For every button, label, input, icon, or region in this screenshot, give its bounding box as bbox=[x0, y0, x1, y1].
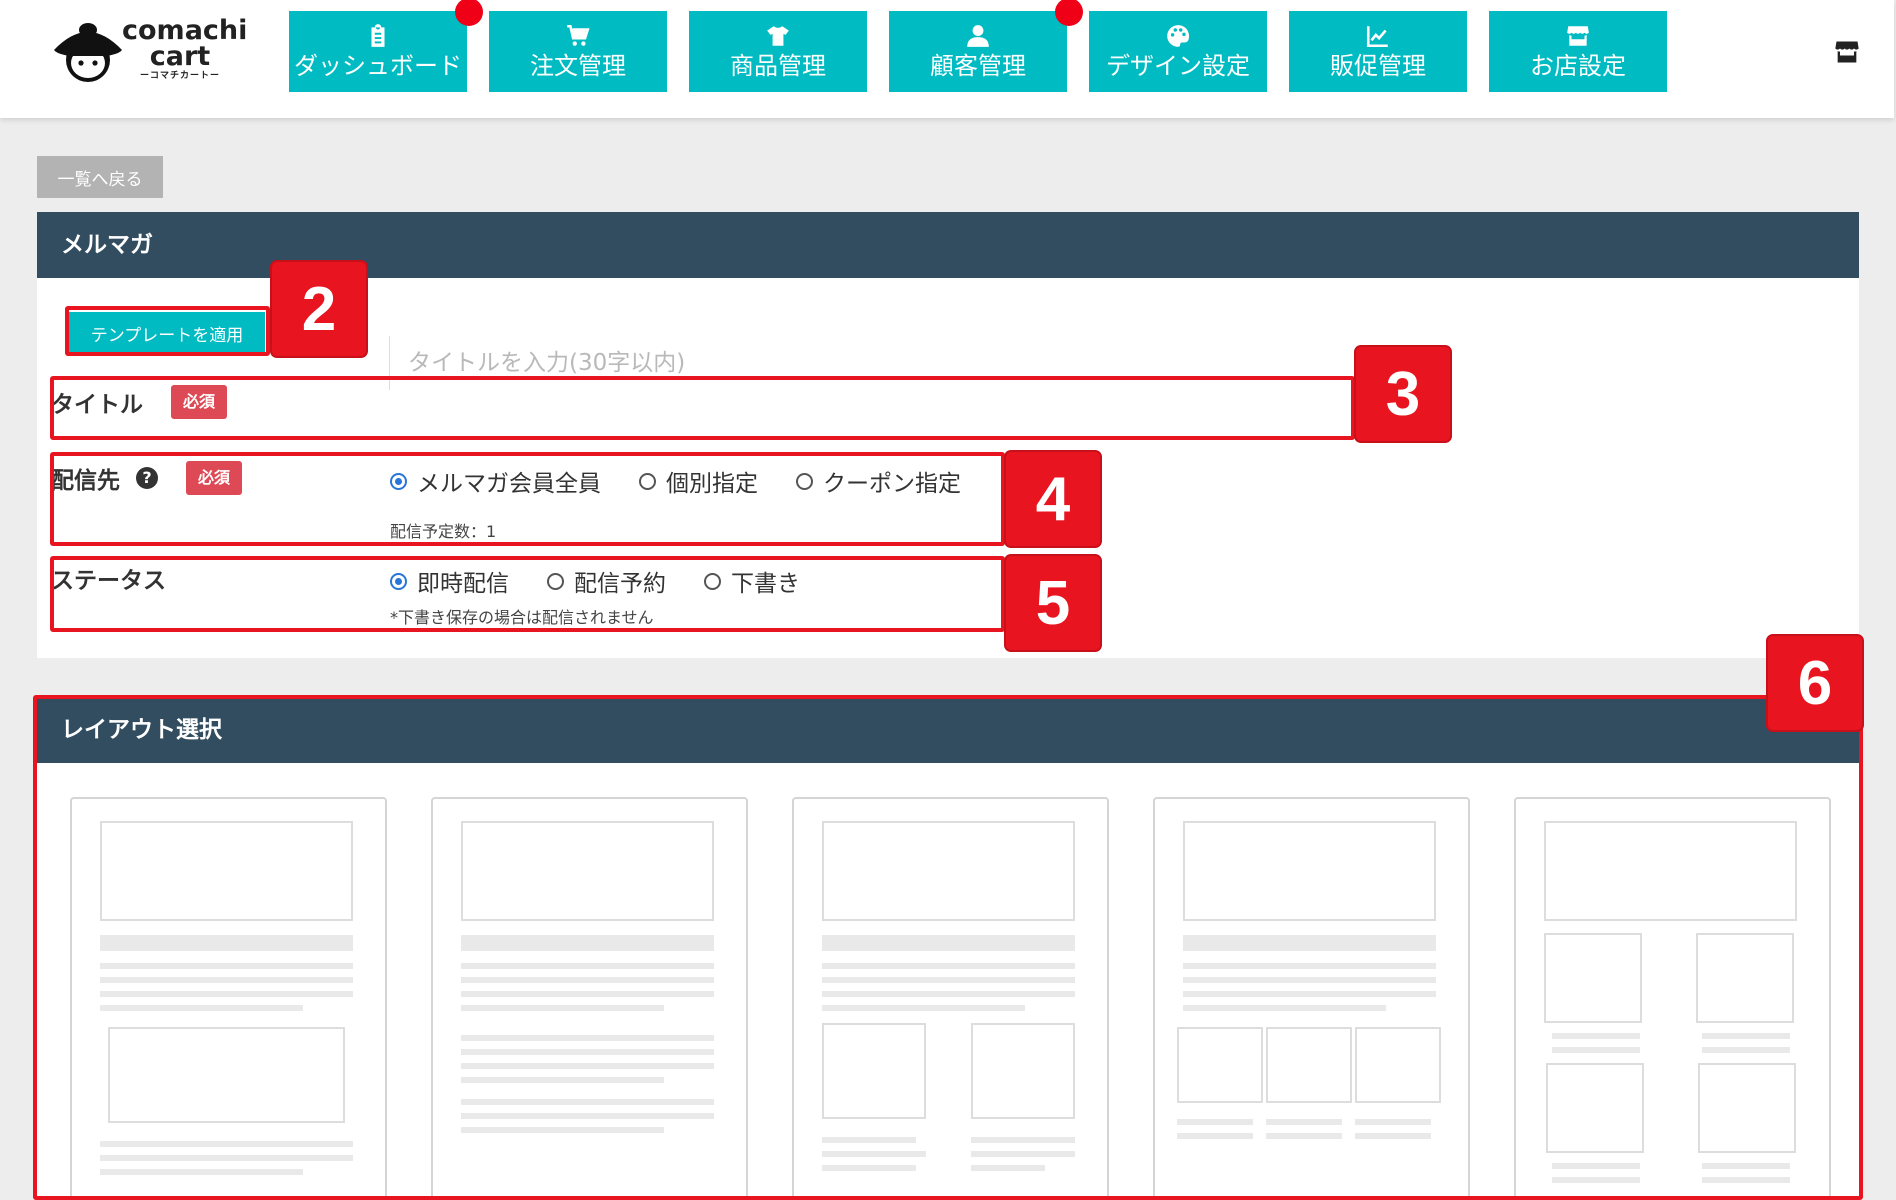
store-icon bbox=[1567, 25, 1589, 46]
annotation-box-5 bbox=[50, 556, 1005, 632]
annotation-badge-5: 5 bbox=[1006, 556, 1100, 650]
notification-dot bbox=[1055, 0, 1083, 26]
back-to-list-button[interactable]: 一覧へ戻る bbox=[37, 156, 163, 198]
nav-promotion-button[interactable]: 販促管理 bbox=[1289, 11, 1467, 92]
cart-icon bbox=[567, 24, 590, 46]
nav-label: ダッシュボード bbox=[294, 51, 462, 80]
nav-products-button[interactable]: 商品管理 bbox=[689, 11, 867, 92]
palette-icon bbox=[1167, 24, 1190, 47]
annotation-box-4 bbox=[50, 452, 1005, 546]
annotation-box-3 bbox=[50, 376, 1355, 440]
nav-label: 顧客管理 bbox=[930, 51, 1026, 80]
top-header: comachi cart ーコマチカートー ダッシュボード 注文管理 商品管理 … bbox=[0, 0, 1894, 118]
logo-line-3: ーコマチカートー bbox=[139, 71, 220, 81]
nav-label: お店設定 bbox=[1530, 51, 1626, 80]
shop-front-icon[interactable] bbox=[1833, 38, 1861, 66]
annotation-badge-6: 6 bbox=[1768, 636, 1862, 730]
nav-orders-button[interactable]: 注文管理 bbox=[489, 11, 667, 92]
chart-line-icon bbox=[1366, 25, 1388, 47]
nav-label: デザイン設定 bbox=[1106, 51, 1250, 80]
mascot-face-icon bbox=[54, 23, 122, 82]
annotation-badge-3: 3 bbox=[1356, 347, 1450, 441]
comachi-cart-logo[interactable]: comachi cart ーコマチカートー bbox=[48, 16, 247, 88]
main-nav: ダッシュボード 注文管理 商品管理 顧客管理 デザイン設定 販促管理 お店設定 bbox=[289, 0, 1667, 92]
tshirt-icon bbox=[767, 25, 789, 46]
clipboard-icon bbox=[371, 23, 385, 47]
nav-label: 販促管理 bbox=[1330, 51, 1426, 80]
annotation-box-2 bbox=[65, 306, 270, 356]
nav-shop-settings-button[interactable]: お店設定 bbox=[1489, 11, 1667, 92]
nav-label: 商品管理 bbox=[730, 51, 826, 80]
nav-design-button[interactable]: デザイン設定 bbox=[1089, 11, 1267, 92]
nav-customers-button[interactable]: 顧客管理 bbox=[889, 0, 1083, 92]
annotation-badge-4: 4 bbox=[1006, 452, 1100, 546]
annotation-box-6 bbox=[33, 695, 1863, 1200]
user-icon bbox=[967, 24, 989, 47]
notification-dot bbox=[455, 0, 483, 26]
logo-line-2: cart bbox=[149, 41, 211, 72]
nav-dashboard-button[interactable]: ダッシュボード bbox=[289, 0, 483, 92]
nav-label: 注文管理 bbox=[530, 51, 626, 80]
annotation-badge-2: 2 bbox=[272, 262, 366, 356]
